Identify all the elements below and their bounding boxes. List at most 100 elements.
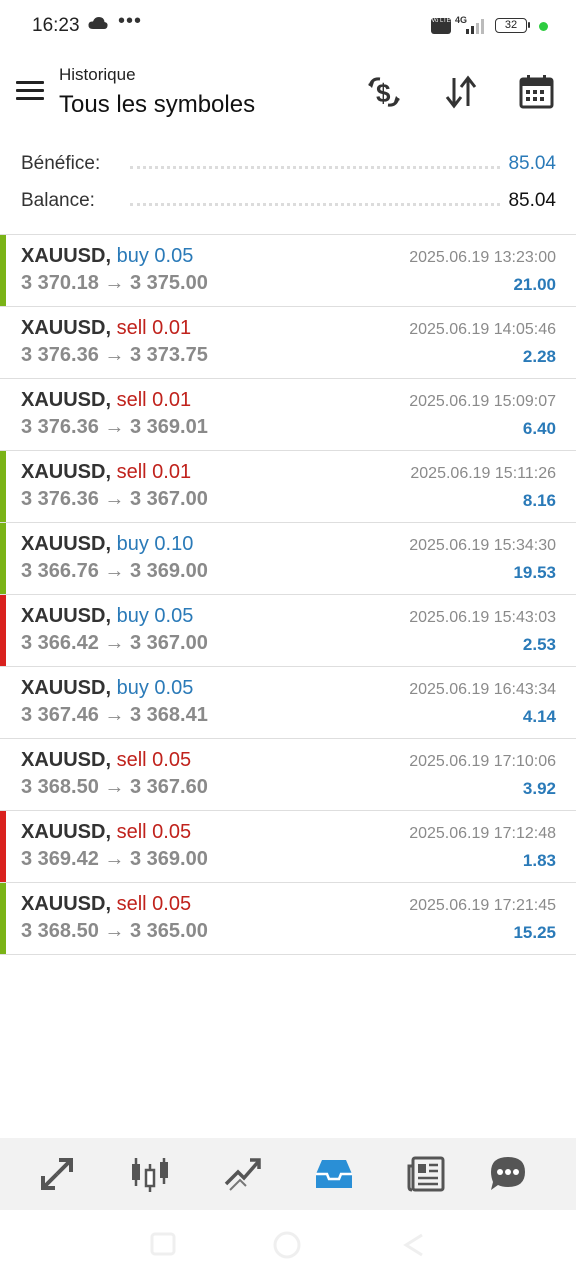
trade-row[interactable]: XAUUSD, buy 0.05 3 366.42 → 3 367.00 202… — [0, 595, 576, 667]
trade-time: 2025.06.19 15:34:30 — [409, 537, 556, 554]
trade-type: sell — [116, 821, 147, 843]
currency-exchange-icon[interactable]: $ — [364, 72, 404, 112]
calendar-icon[interactable] — [517, 72, 557, 112]
trade-row[interactable]: XAUUSD, sell 0.05 3 369.42 → 3 369.00 20… — [0, 811, 576, 883]
messages-icon[interactable] — [488, 1154, 528, 1194]
back-button[interactable] — [402, 1232, 426, 1263]
trade-row[interactable]: XAUUSD, buy 0.10 3 366.76 → 3 369.00 202… — [0, 523, 576, 595]
sort-icon[interactable] — [441, 72, 481, 112]
recents-button[interactable] — [150, 1232, 176, 1261]
open-price: 3 376.36 — [21, 344, 99, 366]
trade-volume: 0.01 — [152, 317, 192, 339]
trade-type: buy — [116, 677, 149, 699]
trade-volume: 0.05 — [154, 245, 194, 267]
cloud-icon — [88, 16, 108, 35]
open-price: 3 369.42 — [21, 848, 99, 870]
trade-symbol-line: XAUUSD, sell 0.01 — [21, 389, 191, 412]
trade-symbol-line: XAUUSD, sell 0.01 — [21, 461, 191, 484]
trade-symbol: XAUUSD, — [21, 533, 112, 555]
trade-symbol: XAUUSD, — [21, 677, 112, 699]
trade-direction: sell 0.05 — [117, 749, 192, 771]
trade-marker — [0, 883, 6, 954]
balance-label: Balance: — [21, 190, 99, 212]
trade-time: 2025.06.19 14:05:46 — [409, 321, 556, 338]
page-title[interactable]: Tous les symboles — [59, 91, 255, 119]
trade-row[interactable]: XAUUSD, sell 0.01 3 376.36 → 3 373.75 20… — [0, 307, 576, 379]
close-price: 3 367.00 — [129, 488, 208, 510]
profit-value: 85.04 — [508, 153, 556, 174]
trade-profit: 15.25 — [513, 923, 556, 942]
trade-symbol: XAUUSD, — [21, 245, 112, 267]
trade-profit: 4.14 — [522, 707, 556, 726]
close-price: 3 369.00 — [129, 848, 208, 870]
menu-icon[interactable] — [14, 78, 46, 106]
trade-time: 2025.06.19 16:43:34 — [409, 681, 556, 698]
dotted-leader — [130, 166, 500, 169]
open-price: 3 366.76 — [21, 560, 99, 582]
open-price: 3 367.46 — [21, 704, 99, 726]
more-notifications-icon: ••• — [118, 10, 143, 32]
trade-profit: 21.00 — [513, 275, 556, 294]
trade-time: 2025.06.19 15:09:07 — [409, 393, 556, 410]
battery-icon: 32 — [495, 18, 530, 33]
trade-time: 2025.06.19 17:21:45 — [409, 897, 556, 914]
trade-direction: sell 0.01 — [117, 317, 192, 339]
trade-type: buy — [116, 245, 149, 267]
trade-prices: 3 366.42 → 3 367.00 — [21, 632, 208, 655]
trade-time: 2025.06.19 15:43:03 — [409, 609, 556, 626]
open-price: 3 376.36 — [21, 488, 99, 510]
trade-prices: 3 370.18 → 3 375.00 — [21, 272, 208, 295]
trade-symbol: XAUUSD, — [21, 461, 112, 483]
history-icon[interactable] — [314, 1154, 354, 1194]
close-price: 3 367.00 — [129, 632, 208, 654]
trade-prices: 3 368.50 → 3 367.60 — [21, 776, 208, 799]
profit-label: Bénéfice: — [21, 153, 105, 175]
trade-volume: 0.05 — [152, 821, 192, 843]
trade-symbol: XAUUSD, — [21, 317, 112, 339]
trade-direction: sell 0.05 — [117, 893, 192, 915]
open-price: 3 368.50 — [21, 920, 99, 942]
trade-type: sell — [116, 749, 147, 771]
trade-row[interactable]: XAUUSD, buy 0.05 3 370.18 → 3 375.00 202… — [0, 235, 576, 307]
trade-volume: 0.05 — [152, 749, 192, 771]
trade-prices: 3 369.42 → 3 369.00 — [21, 848, 208, 871]
arrow-icon: → — [104, 704, 125, 726]
chart-icon[interactable] — [130, 1154, 170, 1194]
news-icon[interactable] — [407, 1154, 447, 1194]
trade-symbol: XAUUSD, — [21, 821, 112, 843]
arrow-icon: → — [104, 560, 125, 582]
trade-marker — [0, 523, 6, 594]
trade-type: sell — [116, 461, 147, 483]
trade-prices: 3 366.76 → 3 369.00 — [21, 560, 208, 583]
home-button[interactable] — [272, 1230, 302, 1265]
close-price: 3 367.60 — [129, 776, 208, 798]
trade-time: 2025.06.19 17:12:48 — [409, 825, 556, 842]
trade-row[interactable]: XAUUSD, sell 0.05 3 368.50 → 3 367.60 20… — [0, 739, 576, 811]
trade-profit: 1.83 — [522, 851, 556, 870]
trade-symbol: XAUUSD, — [21, 749, 112, 771]
arrow-icon: → — [104, 776, 125, 798]
close-price: 3 368.41 — [129, 704, 208, 726]
trade-marker — [0, 811, 6, 882]
open-price: 3 368.50 — [21, 776, 99, 798]
trade-row[interactable]: XAUUSD, sell 0.01 3 376.36 → 3 367.00 20… — [0, 451, 576, 523]
trade-volume: 0.01 — [152, 389, 192, 411]
trade-prices: 3 376.36 → 3 367.00 — [21, 488, 208, 511]
trade-row[interactable]: XAUUSD, sell 0.01 3 376.36 → 3 369.01 20… — [0, 379, 576, 451]
trade-type: buy — [116, 533, 149, 555]
balance-value: 85.04 — [508, 190, 556, 211]
profit-row: Bénéfice: 85.04 — [0, 146, 576, 183]
open-price: 3 376.36 — [21, 416, 99, 438]
status-time: 16:23 — [32, 15, 80, 36]
trade-type: sell — [116, 893, 147, 915]
trade-profit: 8.16 — [522, 491, 556, 510]
close-price: 3 375.00 — [129, 272, 208, 294]
trade-row[interactable]: XAUUSD, sell 0.05 3 368.50 → 3 365.00 20… — [0, 883, 576, 955]
trade-icon[interactable] — [222, 1154, 262, 1194]
arrow-icon: → — [104, 848, 125, 870]
trade-marker — [0, 595, 6, 666]
quotes-icon[interactable] — [37, 1154, 77, 1194]
trade-row[interactable]: XAUUSD, buy 0.05 3 367.46 → 3 368.41 202… — [0, 667, 576, 739]
trade-symbol-line: XAUUSD, sell 0.05 — [21, 821, 191, 844]
page-subtitle: Historique — [59, 65, 136, 84]
